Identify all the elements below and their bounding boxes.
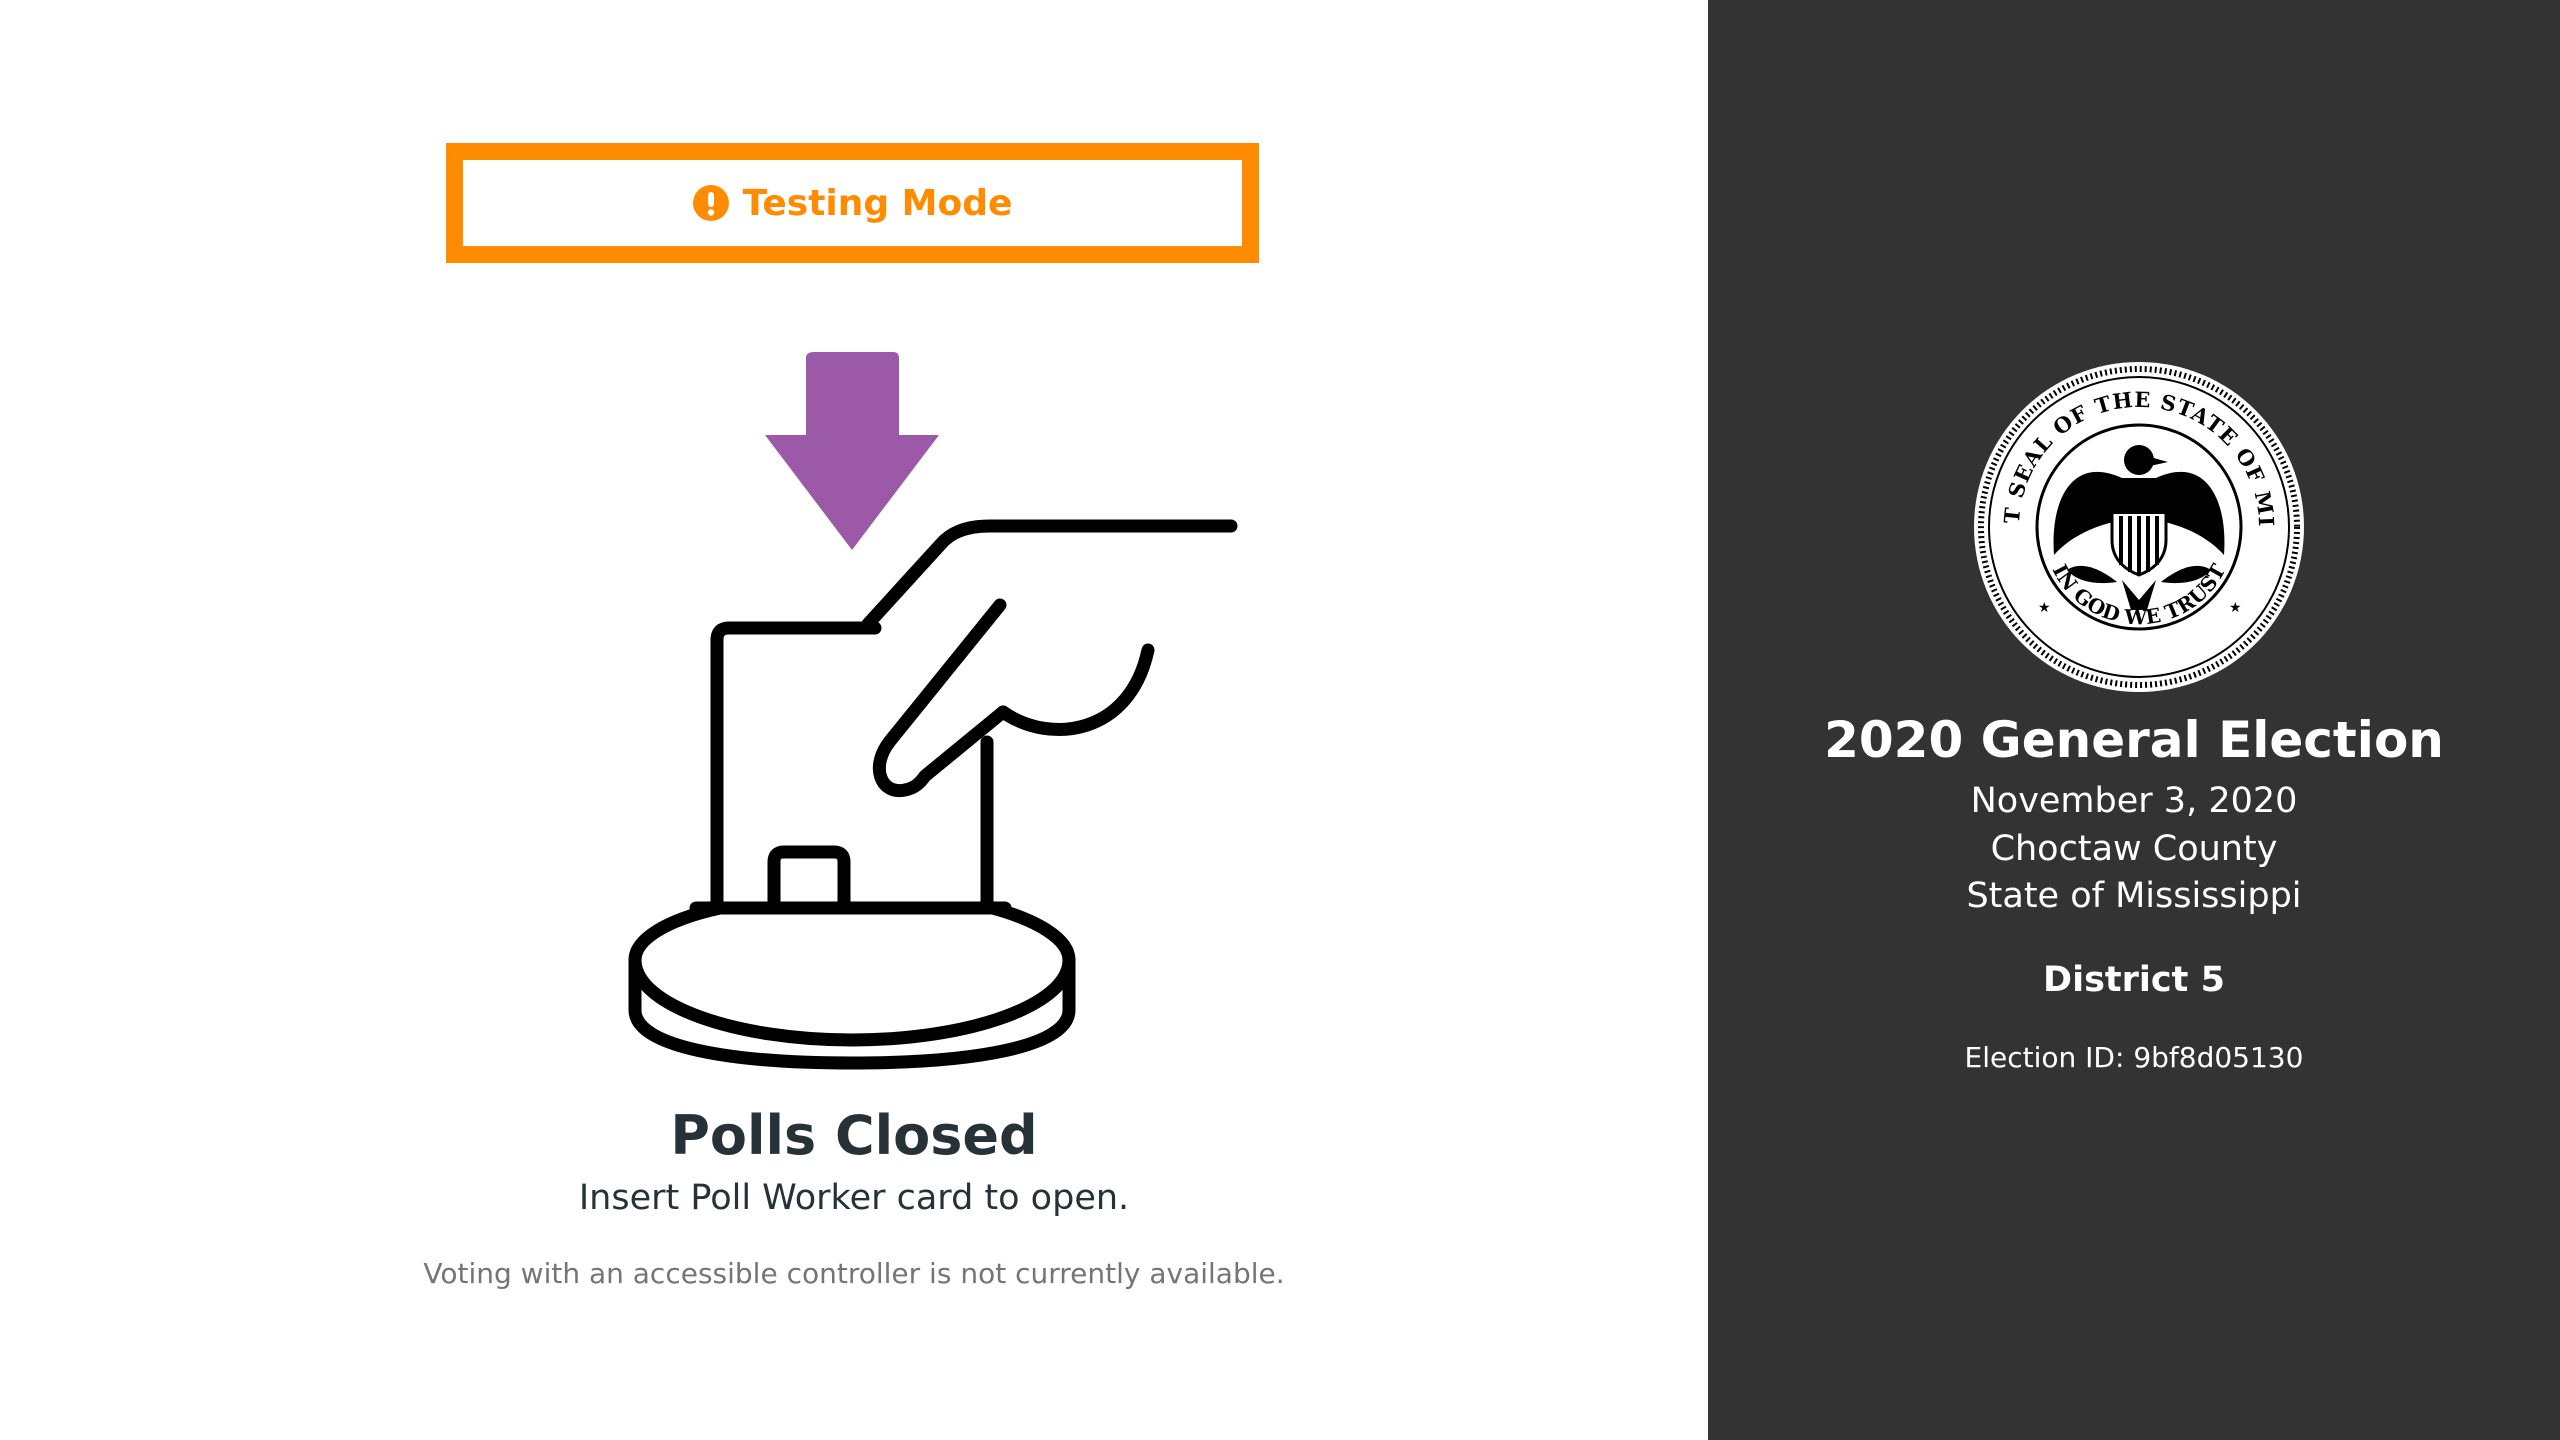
election-state: State of Mississippi [1966,876,2302,916]
state-seal-icon: THE GREAT SEAL OF THE STATE OF MISSISSIP… [1972,360,2304,692]
election-date: November 3, 2020 [1970,781,2298,821]
election-title: 2020 General Election [1824,711,2444,769]
exclamation-circle-icon [692,185,729,221]
testing-mode-banner: Testing Mode [446,143,1259,263]
election-info-sidebar: THE GREAT SEAL OF THE STATE OF MISSISSIP… [1708,0,2560,1440]
polls-status-title: Polls Closed [670,1104,1038,1167]
svg-text:★: ★ [2038,600,2051,616]
main-panel: Testing Mode Polls Closed Insert Poll Wo… [0,0,1708,1440]
svg-text:★: ★ [2229,600,2242,616]
polls-status-instruction: Insert Poll Worker card to open. [578,1178,1130,1218]
precinct-name: District 5 [2043,960,2225,1000]
election-id: Election ID: 9bf8d05130 [1964,1041,2304,1074]
accessible-controller-note: Voting with an accessible controller is … [423,1257,1285,1290]
screen: Testing Mode Polls Closed Insert Poll Wo… [0,0,2560,1440]
testing-mode-label: Testing Mode [742,182,1013,224]
election-county: Choctaw County [1990,829,2278,869]
insert-card-icon [628,352,1238,1070]
arrow-down-icon [765,352,939,550]
